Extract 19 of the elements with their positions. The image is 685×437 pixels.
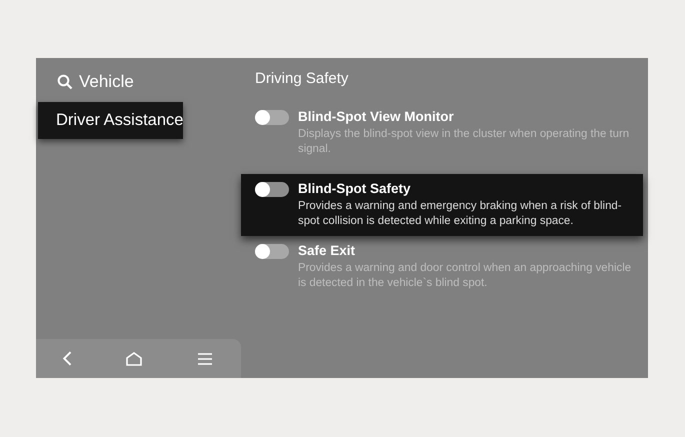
setting-description: Displays the blind-spot view in the cluster when operating the turn signal. — [298, 127, 630, 156]
setting-row[interactable]: Safe Exit Provides a warning and door control when an approaching vehicle is detected in the vehicle`s blind spot. — [241, 236, 643, 298]
setting-description: Provides a warning and door control when an approaching vehicle is detected in the vehicle`s blind spot. — [298, 261, 632, 290]
setting-title: Blind-Spot Safety — [298, 181, 412, 196]
toggle-switch[interactable] — [255, 244, 289, 259]
setting-title: Safe Exit — [298, 243, 356, 258]
search-icon — [57, 74, 73, 90]
page-title: Driving Safety — [254, 70, 350, 89]
back-icon — [62, 351, 72, 366]
sidebar-item[interactable]: Driver Assistance — [38, 102, 184, 139]
setting-row[interactable]: Blind-Spot View Monitor Displays the blind-spot view in the cluster when operating the turn signal. — [241, 102, 643, 164]
section-title: Vehicle — [79, 72, 134, 92]
setting-description: Provides a warning and emergency braking when a risk of blind-spot collision is detected while exiting a parking space. — [298, 199, 623, 228]
setting-title: Blind-Spot View Monitor — [298, 109, 455, 124]
back-button[interactable] — [60, 349, 74, 368]
toggle-switch[interactable] — [255, 110, 289, 125]
selected-setting-row[interactable]: Blind-Spot Safety Provides a warning and emergency braking when a risk of blind-spot collision is detected while exiting a parking space. — [241, 174, 643, 236]
home-icon — [124, 350, 143, 368]
toggle-switch[interactable] — [255, 182, 289, 197]
